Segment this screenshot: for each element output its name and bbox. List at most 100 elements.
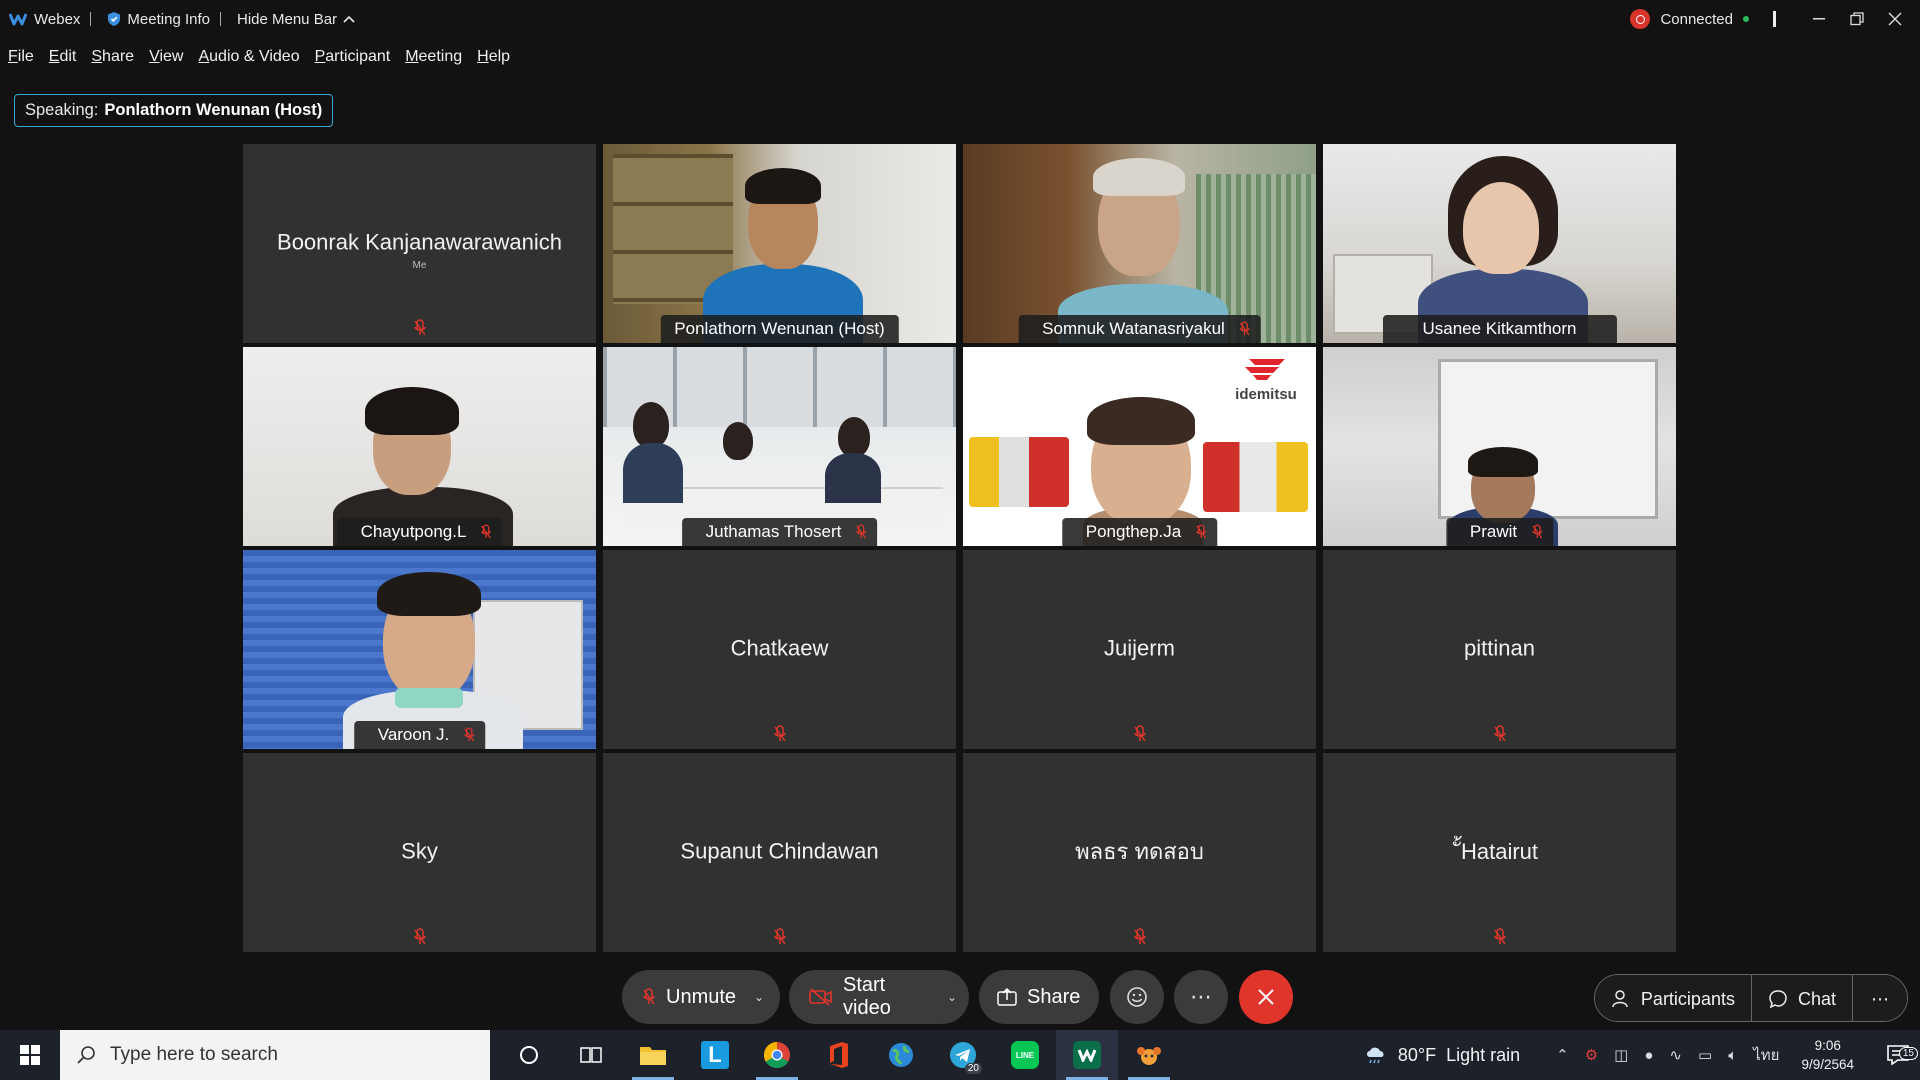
participant-tile[interactable]: Boonrak Kanjanawarawanich Me: [243, 144, 596, 343]
chevron-up-icon[interactable]: ⌃: [1556, 1046, 1569, 1064]
participant-tile[interactable]: Somnuk Watanasriyakul: [963, 144, 1316, 343]
menu-view[interactable]: View: [149, 48, 183, 66]
more-icon: ⋯: [1871, 988, 1889, 1009]
panel-buttons: Participants Chat ⋯: [1593, 974, 1908, 1022]
participant-name: Juijerm: [1104, 635, 1175, 661]
muted-mic-icon: [1493, 725, 1506, 742]
minimize-button[interactable]: [1800, 0, 1838, 38]
connection-status: Connected: [1660, 10, 1733, 28]
folder-icon: [640, 1047, 666, 1065]
participant-tile[interactable]: Juthamas Thosert: [603, 347, 956, 546]
l-app-button[interactable]: L: [684, 1030, 746, 1080]
muted-mic-icon: [856, 524, 867, 539]
webex-taskbar-button[interactable]: [1056, 1030, 1118, 1080]
participant-name: Supanut Chindawan: [680, 838, 879, 864]
meeting-info-button[interactable]: Meeting Info: [107, 11, 210, 28]
reactions-button[interactable]: [1110, 970, 1164, 1024]
participant-tile[interactable]: Usanee Kitkamthorn: [1323, 144, 1676, 343]
webex-meetings-button[interactable]: [1118, 1030, 1180, 1080]
participant-tile[interactable]: Sky: [243, 753, 596, 952]
wifi-icon[interactable]: ∿: [1669, 1046, 1682, 1064]
participant-name: Pongthep.Ja: [1085, 522, 1182, 541]
participant-name: Chatkaew: [730, 635, 829, 661]
menu-audio-video[interactable]: Audio & Video: [198, 48, 299, 66]
participant-tile[interactable]: pittinan: [1323, 550, 1676, 749]
globe-icon: [889, 1043, 913, 1067]
cortana-button[interactable]: [498, 1030, 560, 1080]
active-speaker-indicator: Speaking: Ponlathorn Wenunan (Host): [14, 94, 334, 127]
input-language[interactable]: ไทย: [1753, 1043, 1779, 1067]
participant-tile[interactable]: Supanut Chindawan: [603, 753, 956, 952]
globe-app-button[interactable]: [870, 1030, 932, 1080]
restore-button[interactable]: [1838, 0, 1876, 38]
chevron-down-icon[interactable]: ⌄: [947, 990, 957, 1004]
muted-mic-icon: [773, 725, 786, 742]
more-options-button[interactable]: ⋯: [1174, 970, 1228, 1024]
participant-tile[interactable]: ั้Hatairut: [1323, 753, 1676, 952]
speaking-label: Speaking:: [25, 101, 99, 119]
file-explorer-button[interactable]: [622, 1030, 684, 1080]
video-feed: [963, 144, 1316, 343]
video-feed: [603, 347, 956, 546]
weather-text: Light rain: [1446, 1044, 1521, 1065]
menu-file[interactable]: File: [8, 48, 34, 66]
name-label: Varoon J.: [353, 721, 486, 749]
cortana-icon: [520, 1046, 538, 1064]
menu-participant[interactable]: Participant: [315, 48, 391, 66]
participant-tile[interactable]: Varoon J.: [243, 550, 596, 749]
search-placeholder: Type here to search: [110, 1044, 278, 1065]
share-icon: [997, 988, 1017, 1006]
chevron-down-icon[interactable]: ⌄: [754, 990, 764, 1004]
telegram-button[interactable]: 20: [932, 1030, 994, 1080]
muted-mic-icon: [773, 928, 786, 945]
webex-window: Webex Meeting Info Hide Menu Bar Connect…: [0, 0, 1920, 1030]
app-name: Webex: [34, 10, 81, 28]
taskbar-clock[interactable]: 9:06 9/9/2564: [1801, 1036, 1854, 1074]
unmute-button[interactable]: Unmute ⌄: [622, 970, 780, 1024]
system-tray: 80°F Light rain ⌃ ⚙ ◫ ● ∿ ▭ 🔈︎ ไทย 9:06 …: [1364, 1030, 1920, 1080]
menu-share[interactable]: Share: [91, 48, 134, 66]
participant-tile[interactable]: idemitsu Pongthep.Ja: [963, 347, 1316, 546]
chrome-button[interactable]: [746, 1030, 808, 1080]
menu-meeting[interactable]: Meeting: [405, 48, 462, 66]
taskbar-apps: L 20 LINE: [498, 1030, 1180, 1080]
notification-center-button[interactable]: 15: [1876, 1044, 1920, 1066]
participant-tile-active-speaker[interactable]: Ponlathorn Wenunan (Host): [603, 144, 956, 343]
volume-icon[interactable]: 🔈︎: [1728, 1047, 1737, 1064]
task-view-button[interactable]: [560, 1030, 622, 1080]
person-icon: [1612, 990, 1628, 1008]
start-video-button[interactable]: Start video ⌄: [789, 970, 969, 1024]
participant-tile[interactable]: Chayutpong.L: [243, 347, 596, 546]
participant-tile[interactable]: Chatkaew: [603, 550, 956, 749]
hide-menu-bar-button[interactable]: Hide Menu Bar: [237, 11, 355, 28]
menu-edit[interactable]: Edit: [49, 48, 77, 66]
leave-meeting-button[interactable]: [1239, 970, 1293, 1024]
battery-icon[interactable]: ▭: [1698, 1046, 1712, 1064]
start-button[interactable]: [0, 1030, 60, 1080]
muted-mic-icon: [413, 928, 426, 945]
taskbar-search-input[interactable]: Type here to search: [60, 1030, 490, 1080]
chat-button[interactable]: Chat: [1750, 975, 1852, 1021]
recording-icon[interactable]: [1630, 9, 1651, 29]
participant-tile[interactable]: Juijerm: [963, 550, 1316, 749]
hide-menu-bar-label: Hide Menu Bar: [236, 10, 338, 28]
office-button[interactable]: [808, 1030, 870, 1080]
name-label: Chayutpong.L: [336, 518, 503, 546]
menu-help[interactable]: Help: [477, 48, 510, 66]
search-icon: [77, 1046, 95, 1064]
close-window-button[interactable]: [1876, 0, 1914, 38]
weather-widget[interactable]: 80°F Light rain: [1364, 1045, 1520, 1066]
bug-icon[interactable]: ⚙: [1585, 1046, 1598, 1064]
share-button[interactable]: Share: [979, 970, 1099, 1024]
participant-tile[interactable]: Prawit: [1323, 347, 1676, 546]
participants-button[interactable]: Participants: [1594, 975, 1751, 1021]
divider: [1773, 11, 1776, 27]
device-icon[interactable]: ◫: [1614, 1046, 1628, 1064]
more-panels-button[interactable]: ⋯: [1852, 975, 1907, 1021]
close-icon: [1888, 12, 1902, 26]
muted-mic-icon: [1239, 321, 1250, 336]
close-icon: [1258, 989, 1274, 1005]
line-button[interactable]: LINE: [994, 1030, 1056, 1080]
microphone-icon[interactable]: ●: [1644, 1047, 1653, 1064]
participant-tile[interactable]: พลธร ทดสอบ: [963, 753, 1316, 952]
